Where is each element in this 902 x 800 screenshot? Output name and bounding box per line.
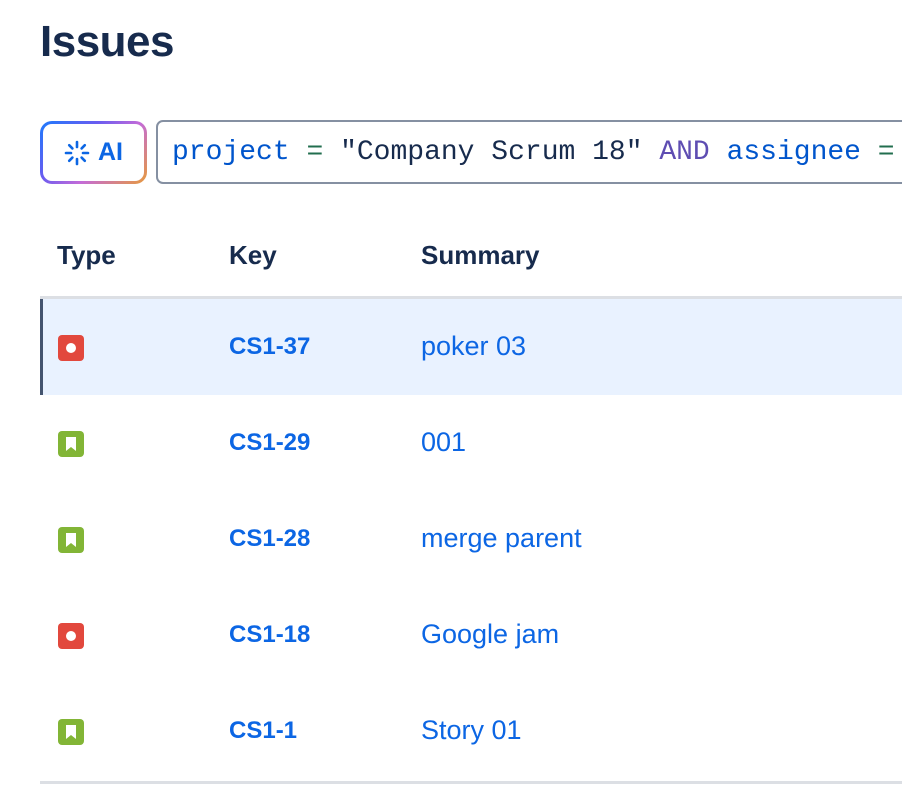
issue-summary-link[interactable]: Google jam bbox=[421, 619, 559, 650]
type-cell bbox=[58, 719, 84, 745]
issue-key-link[interactable]: CS1-18 bbox=[229, 621, 310, 649]
jql-token-op: = bbox=[877, 136, 895, 168]
type-cell bbox=[58, 431, 84, 457]
ai-sparkle-icon bbox=[64, 140, 90, 166]
table-row[interactable]: CS1-37 poker 03 bbox=[40, 299, 902, 395]
column-header-summary[interactable]: Summary bbox=[421, 240, 540, 271]
story-icon bbox=[58, 431, 84, 457]
issue-summary-link[interactable]: Story 01 bbox=[421, 715, 522, 746]
issues-table: Type Key Summary CS1-37 poker 03 CS1-29 001… bbox=[40, 222, 902, 784]
page-title: Issues bbox=[40, 17, 174, 66]
type-cell bbox=[58, 623, 84, 649]
jql-token-field: assignee bbox=[726, 136, 861, 168]
table-header: Type Key Summary bbox=[40, 222, 902, 299]
jql-token-field: project bbox=[172, 136, 290, 168]
story-icon bbox=[58, 527, 84, 553]
story-icon bbox=[58, 719, 84, 745]
column-header-type[interactable]: Type bbox=[57, 240, 116, 271]
table-row[interactable]: CS1-18 Google jam bbox=[40, 587, 902, 683]
ai-button-frame[interactable]: AI bbox=[40, 121, 147, 184]
jql-token-op: = bbox=[306, 136, 324, 168]
table-row[interactable]: CS1-1 Story 01 bbox=[40, 683, 902, 779]
ai-button-label: AI bbox=[98, 138, 123, 166]
issue-key-link[interactable]: CS1-29 bbox=[229, 429, 310, 457]
jql-token-keyword: AND bbox=[659, 136, 710, 168]
issue-summary-link[interactable]: poker 03 bbox=[421, 331, 526, 362]
table-row[interactable]: CS1-28 merge parent bbox=[40, 491, 902, 587]
bug-icon bbox=[58, 623, 84, 649]
table-row[interactable]: CS1-29 001 bbox=[40, 395, 902, 491]
column-header-key[interactable]: Key bbox=[229, 240, 277, 271]
jql-token-string: "Company Scrum 18" bbox=[340, 136, 643, 168]
bug-icon bbox=[58, 335, 84, 361]
issues-page: Issues AI project = "Company Scrum 18" A… bbox=[0, 0, 902, 800]
issue-summary-link[interactable]: merge parent bbox=[421, 523, 582, 554]
issue-key-link[interactable]: CS1-1 bbox=[229, 717, 297, 745]
issue-key-link[interactable]: CS1-28 bbox=[229, 525, 310, 553]
ai-button[interactable]: AI bbox=[43, 124, 144, 181]
jql-search-input[interactable]: project = "Company Scrum 18" AND assigne… bbox=[156, 120, 902, 184]
table-bottom-divider bbox=[40, 781, 902, 784]
issue-summary-link[interactable]: 001 bbox=[421, 427, 466, 458]
issue-key-link[interactable]: CS1-37 bbox=[229, 333, 310, 361]
type-cell bbox=[58, 527, 84, 553]
type-cell bbox=[58, 335, 84, 361]
table-body: CS1-37 poker 03 CS1-29 001 CS1-28 merge paren… bbox=[40, 299, 902, 779]
